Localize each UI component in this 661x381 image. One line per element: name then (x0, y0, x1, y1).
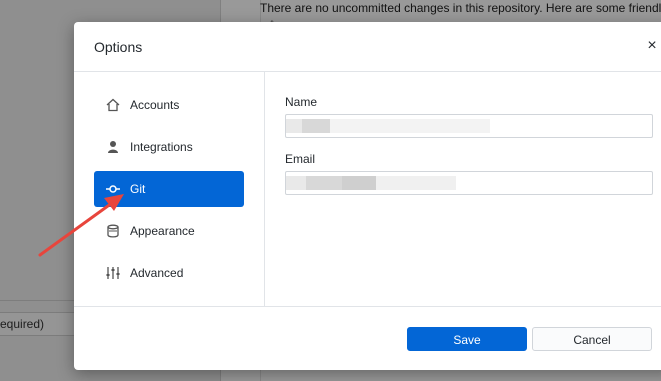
paintcan-icon (104, 222, 122, 240)
close-icon: × (647, 37, 657, 54)
save-button[interactable]: Save (407, 327, 527, 351)
options-nav: Accounts Integrations Git Appearance Adv… (74, 72, 265, 306)
redacted-text (342, 176, 376, 190)
nav-item-appearance[interactable]: Appearance (94, 213, 244, 249)
nav-item-label: Integrations (130, 140, 193, 154)
nav-item-label: Git (130, 182, 146, 196)
cancel-button[interactable]: Cancel (532, 327, 652, 351)
person-icon (104, 138, 122, 156)
nav-item-label: Accounts (130, 98, 180, 112)
email-label: Email (285, 152, 316, 166)
redacted-text (286, 119, 302, 133)
git-settings-panel: Name Email (265, 72, 661, 306)
settings-sliders-icon (104, 264, 122, 282)
dialog-footer: Save Cancel (74, 306, 661, 371)
home-icon (104, 96, 122, 114)
dialog-title: Options (94, 39, 143, 55)
redacted-text (302, 119, 330, 133)
redacted-text (286, 176, 306, 190)
name-input[interactable] (285, 114, 653, 138)
nav-item-label: Advanced (130, 266, 184, 280)
git-commit-icon (104, 180, 122, 198)
nav-item-accounts[interactable]: Accounts (94, 87, 244, 123)
redacted-text (306, 176, 342, 190)
nav-item-integrations[interactable]: Integrations (94, 129, 244, 165)
close-button[interactable]: × (642, 36, 661, 56)
redacted-text (330, 119, 490, 133)
email-input[interactable] (285, 171, 653, 195)
nav-item-git[interactable]: Git (94, 171, 244, 207)
redacted-text (376, 176, 456, 190)
options-dialog: Options × Accounts Integrations Git Appe… (74, 22, 661, 370)
nav-item-label: Appearance (130, 224, 195, 238)
name-label: Name (285, 95, 318, 109)
dialog-header: Options × (74, 22, 661, 72)
nav-item-advanced[interactable]: Advanced (94, 255, 244, 291)
